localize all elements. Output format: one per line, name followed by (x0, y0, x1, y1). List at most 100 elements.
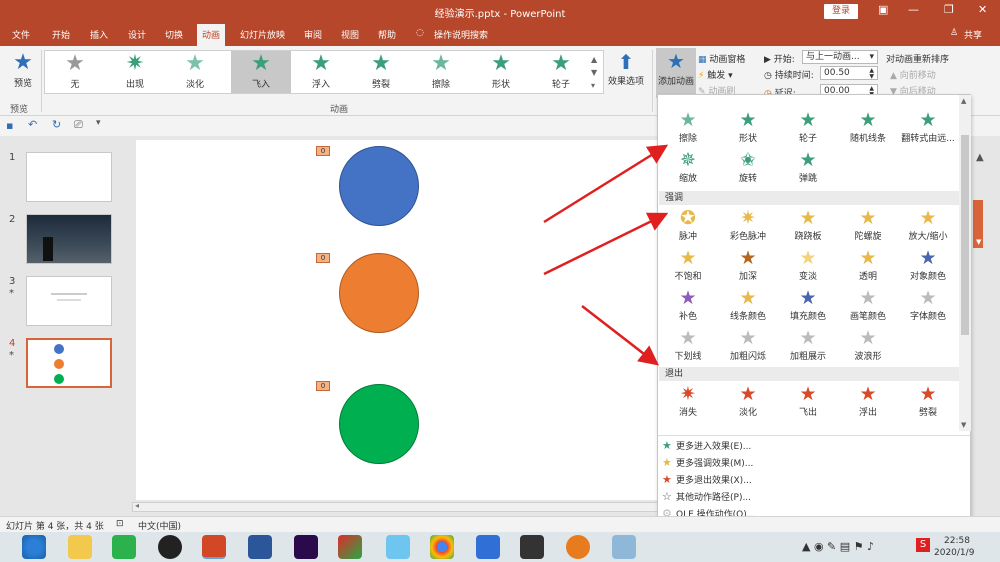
tab-insert[interactable]: 插入 (90, 28, 108, 41)
effect-font-color[interactable]: ★ 字体颜色 (900, 287, 956, 327)
orange-circle[interactable] (339, 253, 419, 333)
effect-split-out[interactable]: ★ 劈裂 (900, 383, 956, 423)
gallery-scroll[interactable]: ▲ ▼ ▾ (591, 53, 597, 92)
minimize-icon[interactable]: — (908, 3, 919, 16)
spinner-icon[interactable]: ▲▼ (869, 68, 874, 80)
customize-qat-icon[interactable]: ▾ (96, 118, 101, 128)
more-exit-effects[interactable]: ★ 更多退出效果(X)... (662, 473, 752, 486)
redo-icon[interactable]: ↻ (52, 118, 61, 131)
effect-transparency[interactable]: ★ 透明 (840, 247, 896, 287)
input-method-icon[interactable]: S (916, 538, 930, 552)
effect-float-out[interactable]: ★ 浮出 (840, 383, 896, 423)
slide-thumb-3[interactable] (26, 276, 112, 326)
gallery-item-fade[interactable]: ★ 淡化 (165, 51, 225, 93)
scroll-left-icon[interactable]: ◂ (135, 501, 139, 510)
present-icon[interactable]: ⎚ (74, 118, 83, 132)
app-icon[interactable] (612, 535, 636, 559)
premiere-icon[interactable] (294, 535, 318, 559)
slide-thumb-1[interactable] (26, 152, 112, 202)
more-motion-paths[interactable]: ☆ 其他动作路径(P)... (662, 490, 751, 503)
powerpoint-icon[interactable] (202, 535, 226, 559)
effect-wheel[interactable]: ★ 轮子 (780, 109, 836, 149)
more-entrance-effects[interactable]: ★ 更多进入效果(E)... (662, 439, 751, 452)
tab-transitions[interactable]: 切换 (165, 28, 183, 41)
slide-thumb-4[interactable] (26, 338, 112, 388)
blue-circle[interactable] (339, 146, 419, 226)
scroll-up-icon[interactable]: ▲ (961, 97, 966, 105)
tab-view[interactable]: 视图 (341, 28, 359, 41)
duration-input[interactable]: 00.50 ▲ ▼ (820, 66, 878, 80)
spellcheck-icon[interactable]: ⊡ (116, 519, 124, 529)
effect-disappear[interactable]: ✷ 消失 (660, 383, 716, 423)
effect-brush-color[interactable]: ★ 画笔颜色 (840, 287, 896, 327)
effect-darken[interactable]: ★ 加深 (720, 247, 776, 287)
file-explorer-icon[interactable] (68, 535, 92, 559)
gallery-item-float-in[interactable]: ★ 浮入 (291, 51, 351, 93)
gallery-item-appear[interactable]: ✷ 出现 (105, 51, 165, 93)
dropdown-scrollbar[interactable]: ▲ ▼ (959, 95, 971, 431)
app-icon[interactable] (476, 535, 500, 559)
app-icon[interactable] (386, 535, 410, 559)
horizontal-scrollbar[interactable]: ◂ (132, 501, 660, 512)
language-indicator[interactable]: 中文(中国) (138, 519, 181, 532)
preview-button[interactable]: ★ 预览 (8, 50, 38, 89)
app-icon[interactable] (338, 535, 362, 559)
gallery-item-shape[interactable]: ★ 形状 (471, 51, 531, 93)
more-emphasis-effects[interactable]: ★ 更多强调效果(M)... (662, 456, 753, 469)
effect-zoom[interactable]: ✵ 缩放 (660, 149, 716, 189)
effect-bold-flash[interactable]: ★ 加粗闪烁 (720, 327, 776, 367)
app-icon[interactable] (566, 535, 590, 559)
tab-slideshow[interactable]: 幻灯片放映 (240, 28, 285, 41)
effect-swivel[interactable]: ✬ 旋转 (720, 149, 776, 189)
effect-shape[interactable]: ★ 形状 (720, 109, 776, 149)
tab-help[interactable]: 帮助 (378, 28, 396, 41)
move-earlier-button[interactable]: ▲ 向前移动 (890, 68, 936, 81)
slide-canvas[interactable]: 0 0 0 (136, 140, 666, 500)
effect-bold-reveal[interactable]: ★ 加粗展示 (780, 327, 836, 367)
green-circle[interactable] (339, 384, 419, 464)
scroll-down-icon[interactable]: ▼ (961, 421, 966, 429)
effect-wave[interactable]: ★ 波浪形 (840, 327, 896, 367)
effect-options-button[interactable]: ⬆ 效果选项 (606, 50, 646, 87)
effect-random-bars[interactable]: ★ 随机线条 (840, 109, 896, 149)
effect-color-pulse[interactable]: ✷ 彩色脉冲 (720, 207, 776, 247)
dropdown-scroll-thumb[interactable] (961, 135, 969, 335)
login-button[interactable]: 登录 (824, 4, 858, 19)
close-icon[interactable]: ✕ (978, 3, 987, 16)
tell-me-search[interactable]: 操作说明搜索 (434, 28, 488, 41)
browser-360-icon[interactable] (22, 535, 46, 559)
effect-object-color[interactable]: ★ 对象颜色 (900, 247, 956, 287)
restore-icon[interactable]: ❐ (944, 3, 954, 16)
start-select[interactable]: 与上一动画... ▾ (802, 50, 878, 64)
scroll-up-icon[interactable]: ▲ (976, 152, 984, 163)
gallery-item-fly-in[interactable]: ★ 飞入 (231, 51, 291, 93)
effect-lighten[interactable]: ★ 变淡 (780, 247, 836, 287)
undo-icon[interactable]: ↶ (28, 118, 37, 131)
wechat-icon[interactable] (112, 535, 136, 559)
effect-line-color[interactable]: ★ 线条颜色 (720, 287, 776, 327)
effect-fill-color[interactable]: ★ 填充颜色 (780, 287, 836, 327)
effect-spin[interactable]: ★ 陀螺旋 (840, 207, 896, 247)
effect-fly-out[interactable]: ★ 飞出 (780, 383, 836, 423)
effect-grow-turn[interactable]: ★ 翻转式由远... (900, 109, 956, 149)
gallery-item-wipe[interactable]: ★ 擦除 (411, 51, 471, 93)
ribbon-display-icon[interactable]: ▣ (878, 3, 888, 16)
add-animation-button[interactable]: ★ 添加动画 (656, 48, 696, 98)
animation-pane-button[interactable]: ▦ 动画窗格 (698, 52, 745, 65)
effect-bounce[interactable]: ★ 弹跳 (780, 149, 836, 189)
effect-underline[interactable]: ★ 下划线 (660, 327, 716, 367)
tray-icons[interactable]: ▲ ◉ ✎ ▤ ⚑ ♪ (802, 540, 874, 553)
effect-pulse[interactable]: ✪ 脉冲 (660, 207, 716, 247)
chrome-icon[interactable] (430, 535, 454, 559)
tab-design[interactable]: 设计 (128, 28, 146, 41)
tab-home[interactable]: 开始 (52, 28, 70, 41)
tab-animations[interactable]: 动画 (197, 24, 226, 46)
gallery-item-split[interactable]: ★ 劈裂 (351, 51, 411, 93)
word-icon[interactable] (248, 535, 272, 559)
effect-fade-out[interactable]: ★ 淡化 (720, 383, 776, 423)
effect-desaturate[interactable]: ★ 不饱和 (660, 247, 716, 287)
qq-icon[interactable] (158, 535, 182, 559)
effect-grow-shrink[interactable]: ★ 放大/缩小 (900, 207, 956, 247)
trigger-button[interactable]: ⚡ 触发 ▾ (698, 68, 733, 81)
share-button[interactable]: 共享 (964, 28, 982, 41)
